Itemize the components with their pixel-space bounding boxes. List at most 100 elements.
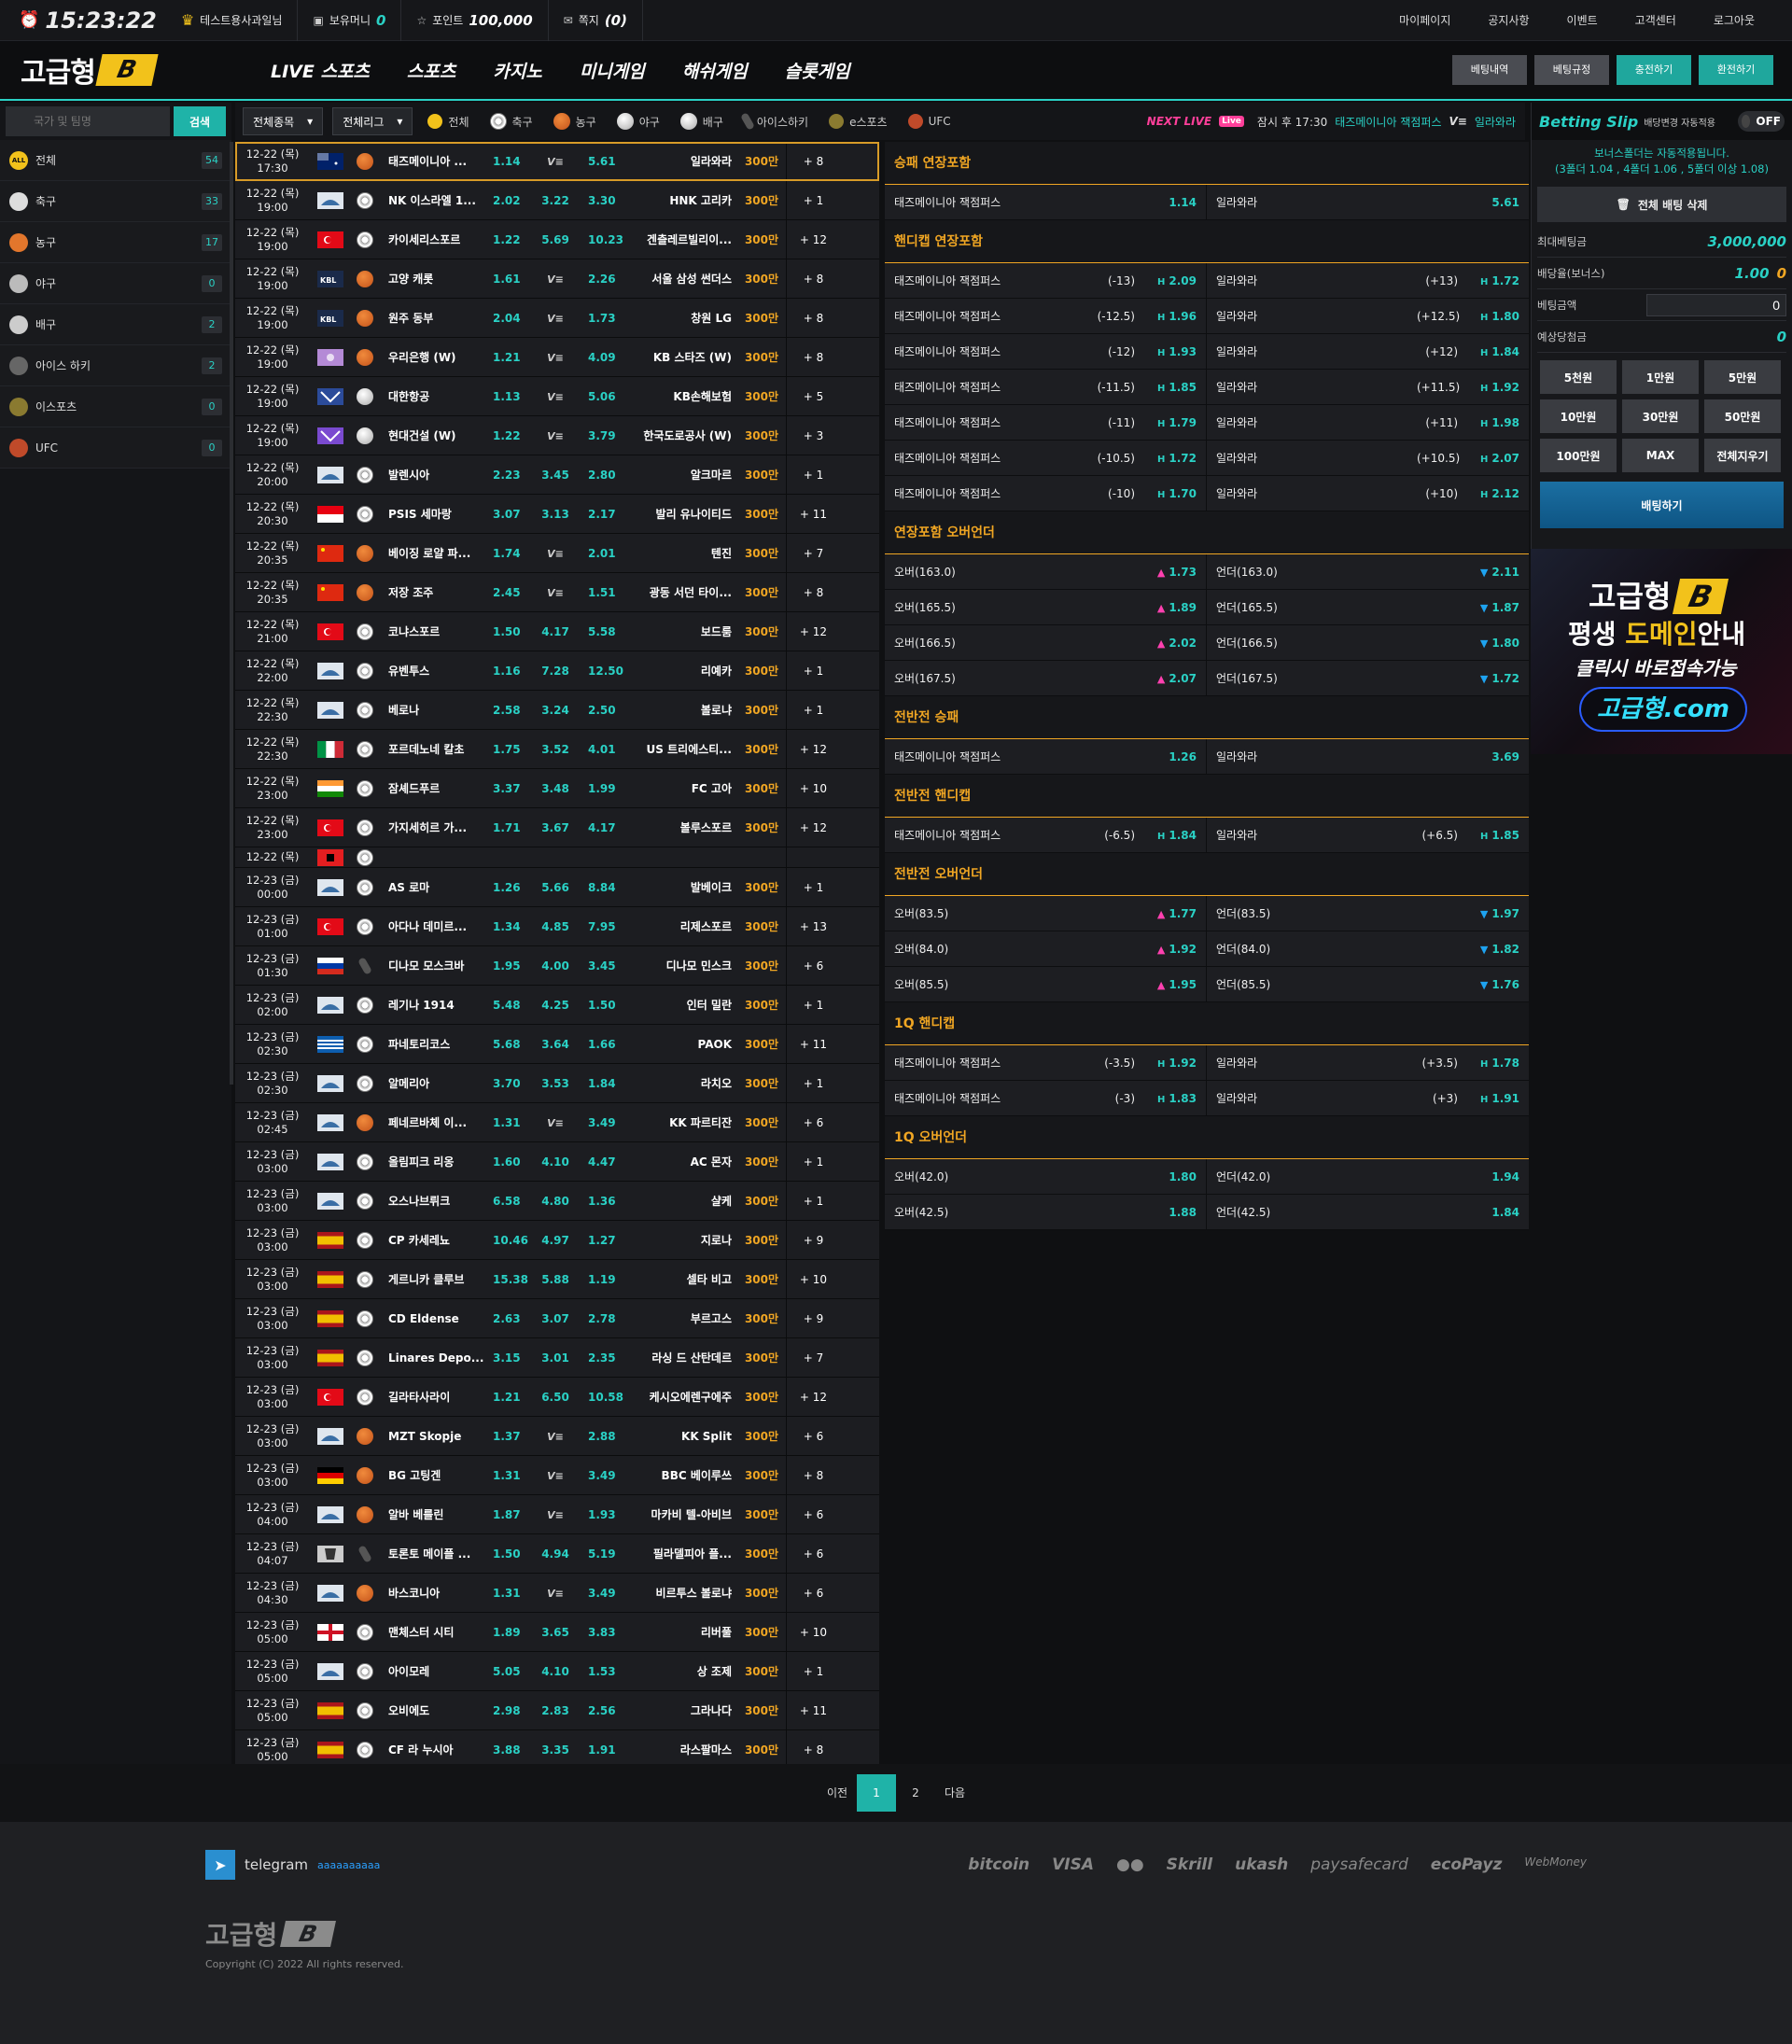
market-away-option[interactable]: 일라와라 (+12.5) H 1.80 bbox=[1207, 299, 1529, 334]
more-markets-button[interactable]: + 6 bbox=[786, 1494, 840, 1534]
market-away-option[interactable]: 일라와라 (+10.5) H 2.07 bbox=[1207, 441, 1529, 476]
away-team[interactable]: 셀타 비고 bbox=[625, 1271, 737, 1287]
home-odds[interactable]: 1.22 bbox=[493, 429, 523, 442]
amount-10k-button[interactable]: 1만원 bbox=[1622, 360, 1699, 394]
home-team[interactable]: 오스나브뤼크 bbox=[379, 1193, 493, 1209]
market-away-option[interactable]: 일라와라 (+10) H 2.12 bbox=[1207, 476, 1529, 511]
home-team[interactable]: 아이모레 bbox=[379, 1663, 493, 1679]
sidebar-item-soccer[interactable]: 축구 33 bbox=[0, 181, 231, 222]
telegram-contact[interactable]: ➤ telegram aaaaaaaaaa bbox=[205, 1850, 380, 1880]
away-odds[interactable]: 4.47 bbox=[588, 1155, 625, 1169]
away-team[interactable]: KB손해보험 bbox=[625, 388, 737, 404]
game-row[interactable]: 12-23 (금) 05:00 맨체스터 시티 1.89 3.65 3.83 리버풀 300만… bbox=[235, 1612, 879, 1652]
home-odds[interactable]: 1.31 bbox=[493, 1116, 523, 1129]
home-odds[interactable]: 5.68 bbox=[493, 1038, 523, 1051]
amount-50k-button[interactable]: 5만원 bbox=[1704, 360, 1781, 394]
home-team[interactable]: AS 로마 bbox=[379, 879, 493, 895]
market-home-option[interactable]: 오버(83.5) ▲ 1.77 bbox=[885, 895, 1207, 931]
draw-odds[interactable]: 6.50 bbox=[523, 1391, 588, 1404]
market-away-option[interactable]: 언더(42.5) 1.84 bbox=[1207, 1195, 1529, 1230]
away-odds[interactable]: 4.09 bbox=[588, 351, 625, 364]
home-team[interactable]: 길라타사라이 bbox=[379, 1389, 493, 1405]
draw-odds[interactable]: 5.69 bbox=[523, 233, 588, 246]
more-markets-button[interactable]: + 1 bbox=[786, 1141, 840, 1182]
draw-odds[interactable]: V≡ bbox=[523, 1430, 588, 1443]
draw-odds[interactable]: V≡ bbox=[523, 429, 588, 442]
nav-minigame[interactable]: 미니게임 bbox=[580, 58, 645, 83]
market-away-option[interactable]: 일라와라 (+11.5) H 1.92 bbox=[1207, 370, 1529, 405]
draw-odds[interactable]: 3.65 bbox=[523, 1626, 588, 1639]
home-odds[interactable]: 5.48 bbox=[493, 999, 523, 1012]
home-team[interactable]: NK 이스라엘 1... bbox=[379, 192, 493, 208]
market-home-option[interactable]: 태즈메이니아 잭점퍼스 (-10.5) H 1.72 bbox=[885, 440, 1207, 476]
away-odds[interactable]: 7.95 bbox=[588, 920, 625, 933]
away-team[interactable]: FC 고아 bbox=[625, 780, 737, 796]
away-odds[interactable]: 8.84 bbox=[588, 881, 625, 894]
prev-page-button[interactable]: 이전 bbox=[818, 1774, 857, 1812]
home-odds[interactable]: 6.58 bbox=[493, 1195, 523, 1208]
away-odds[interactable]: 1.66 bbox=[588, 1038, 625, 1051]
withdraw-button[interactable]: 환전하기 bbox=[1699, 55, 1773, 85]
draw-odds[interactable]: 3.45 bbox=[523, 469, 588, 482]
home-odds[interactable]: 1.26 bbox=[493, 881, 523, 894]
away-team[interactable]: 샬케 bbox=[625, 1193, 737, 1209]
game-row[interactable]: 12-23 (금) 04:30 바스코니아 1.31 V≡ 3.49 비르투스 볼로냐 300… bbox=[235, 1573, 879, 1613]
home-team[interactable]: 베로나 bbox=[379, 702, 493, 718]
more-markets-button[interactable]: + 12 bbox=[786, 611, 840, 651]
home-team[interactable]: 알바 베를린 bbox=[379, 1506, 493, 1522]
draw-odds[interactable]: 3.64 bbox=[523, 1038, 588, 1051]
away-odds[interactable]: 2.56 bbox=[588, 1704, 625, 1717]
away-odds[interactable]: 3.49 bbox=[588, 1587, 625, 1600]
game-row[interactable]: 12-23 (금) 02:30 알메리아 3.70 3.53 1.84 라치오 300만 + 1 bbox=[235, 1063, 879, 1103]
market-home-option[interactable]: 태즈메이니아 잭점퍼스 (-6.5) H 1.84 bbox=[885, 817, 1207, 853]
draw-odds[interactable]: 3.35 bbox=[523, 1743, 588, 1757]
away-team[interactable]: 상 조제 bbox=[625, 1663, 737, 1679]
home-team[interactable]: 카이세리스포르 bbox=[379, 231, 493, 247]
more-markets-button[interactable]: + 6 bbox=[786, 1416, 840, 1456]
away-odds[interactable]: 10.23 bbox=[588, 233, 625, 246]
away-odds[interactable]: 2.17 bbox=[588, 508, 625, 521]
home-team[interactable]: PSIS 세마랑 bbox=[379, 506, 493, 522]
home-team[interactable]: 알메리아 bbox=[379, 1075, 493, 1091]
nav-sports[interactable]: 스포츠 bbox=[407, 58, 455, 83]
draw-odds[interactable]: 4.80 bbox=[523, 1195, 588, 1208]
draw-odds[interactable]: V≡ bbox=[523, 1469, 588, 1482]
delete-all-button[interactable]: 🗑 전체 배팅 삭제 bbox=[1537, 187, 1786, 222]
market-away-option[interactable]: 언더(85.5) ▼ 1.76 bbox=[1207, 967, 1529, 1002]
more-markets-button[interactable]: + 11 bbox=[786, 1024, 840, 1064]
home-team[interactable]: 현대건설 (W) bbox=[379, 427, 493, 443]
site-logo[interactable]: 고급형 B bbox=[0, 49, 233, 91]
away-odds[interactable]: 1.91 bbox=[588, 1743, 625, 1757]
draw-odds[interactable]: 3.67 bbox=[523, 821, 588, 834]
draw-odds[interactable]: V≡ bbox=[523, 273, 588, 286]
nav-slot[interactable]: 슬롯게임 bbox=[785, 58, 850, 83]
home-odds[interactable]: 2.58 bbox=[493, 704, 523, 717]
away-team[interactable]: 지로나 bbox=[625, 1232, 737, 1248]
game-row[interactable]: 12-23 (금) 03:00 오스나브뤼크 6.58 4.80 1.36 샬케 300만 + … bbox=[235, 1181, 879, 1221]
market-home-option[interactable]: 오버(163.0) ▲ 1.73 bbox=[885, 553, 1207, 590]
home-odds[interactable]: 1.22 bbox=[493, 233, 523, 246]
market-home-option[interactable]: 태즈메이니아 잭점퍼스 (-12.5) H 1.96 bbox=[885, 298, 1207, 334]
home-team[interactable]: 대한항공 bbox=[379, 388, 493, 404]
home-odds[interactable]: 1.75 bbox=[493, 743, 523, 756]
away-odds[interactable]: 1.99 bbox=[588, 782, 625, 795]
more-markets-button[interactable]: + 12 bbox=[786, 807, 840, 847]
home-odds[interactable]: 1.74 bbox=[493, 547, 523, 560]
home-team[interactable]: 디나모 모스크바 bbox=[379, 958, 493, 973]
market-home-option[interactable]: 오버(166.5) ▲ 2.02 bbox=[885, 624, 1207, 661]
more-markets-button[interactable]: + 13 bbox=[786, 906, 840, 946]
home-odds[interactable]: 1.21 bbox=[493, 1391, 523, 1404]
amount-500k-button[interactable]: 50만원 bbox=[1704, 399, 1781, 433]
home-team[interactable]: 레기나 1914 bbox=[379, 997, 493, 1013]
home-team[interactable]: 우리은행 (W) bbox=[379, 349, 493, 365]
game-row[interactable]: 12-22 (목) 19:00 KBL 원주 동부 2.04 V≡ 1.73 창원 LG 300… bbox=[235, 298, 879, 338]
game-row[interactable]: 12-22 (목) 19:00 현대건설 (W) 1.22 V≡ 3.79 한국도로공사 (… bbox=[235, 415, 879, 455]
game-row[interactable]: 12-23 (금) 03:00 게르니카 클루브 15.38 5.88 1.19 셀타 비고… bbox=[235, 1259, 879, 1299]
away-odds[interactable]: 1.84 bbox=[588, 1077, 625, 1090]
home-team[interactable]: 코냐스포르 bbox=[379, 623, 493, 639]
game-row[interactable]: 12-23 (금) 03:00 길라타사라이 1.21 6.50 10.58 케시오에렌구에… bbox=[235, 1377, 879, 1417]
game-row[interactable]: 12-22 (목) 22:30 포르데노네 칼초 1.75 3.52 4.01 US 트리에… bbox=[235, 729, 879, 769]
market-home-option[interactable]: 오버(84.0) ▲ 1.92 bbox=[885, 931, 1207, 967]
game-row[interactable]: 12-23 (금) 03:00 CP 카세레뇨 10.46 4.97 1.27 지로나 300… bbox=[235, 1220, 879, 1260]
away-odds[interactable]: 4.01 bbox=[588, 743, 625, 756]
